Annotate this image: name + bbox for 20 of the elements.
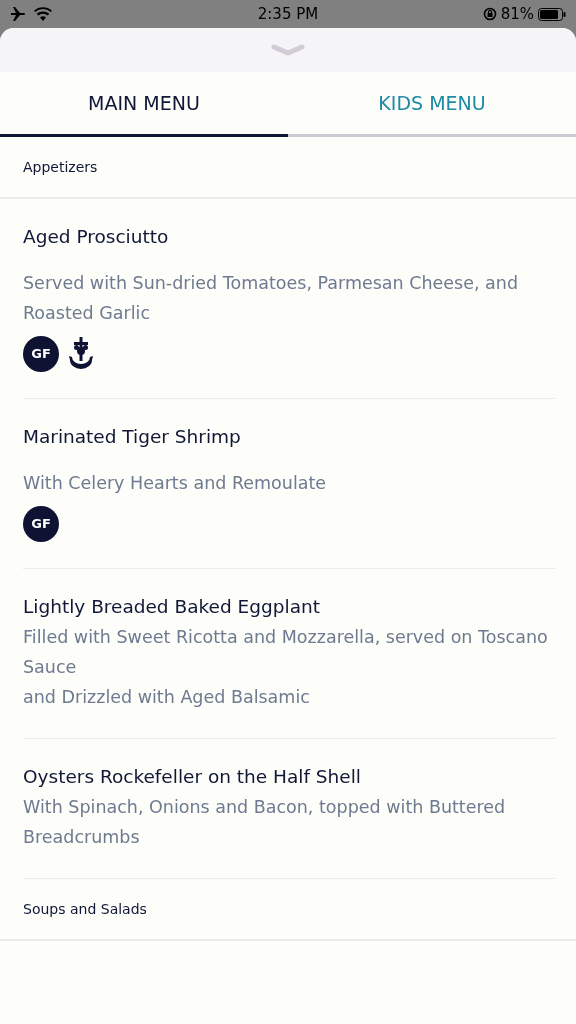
gluten-free-badge: GF bbox=[23, 335, 59, 372]
anchor-icon bbox=[67, 335, 95, 372]
dish-description: and Drizzled with Aged Balsamic bbox=[23, 685, 311, 709]
section-header: Appetizers bbox=[0, 136, 576, 199]
dish-name: Oysters Rockefeller on the Half Shell bbox=[23, 764, 362, 789]
rotation-lock-icon bbox=[482, 7, 497, 21]
chevron-down-icon[interactable] bbox=[271, 44, 305, 56]
section-header: Soups and Salads bbox=[0, 878, 576, 941]
battery-percent: 81% bbox=[500, 3, 534, 25]
dish-name: Aged Prosciutto bbox=[23, 224, 170, 249]
battery-icon bbox=[538, 7, 566, 21]
dish-description: Served with Sun-dried Tomatoes, Parmesan Cheese, and Roasted Garlic bbox=[23, 271, 519, 325]
dish-description: With Celery Hearts and Remoulate bbox=[23, 471, 328, 495]
dish-name: Lightly Breaded Baked Eggplant bbox=[23, 594, 321, 619]
gluten-free-badge: GF bbox=[23, 505, 59, 542]
status-time: 2:35 PM bbox=[256, 3, 320, 25]
wifi-icon bbox=[34, 7, 52, 21]
airplane-icon bbox=[10, 7, 26, 21]
dish-description: With Spinach, Onions and Bacon, topped with Buttered Breadcrumbs bbox=[23, 795, 507, 849]
dish-name: Marinated Tiger Shrimp bbox=[23, 424, 242, 449]
